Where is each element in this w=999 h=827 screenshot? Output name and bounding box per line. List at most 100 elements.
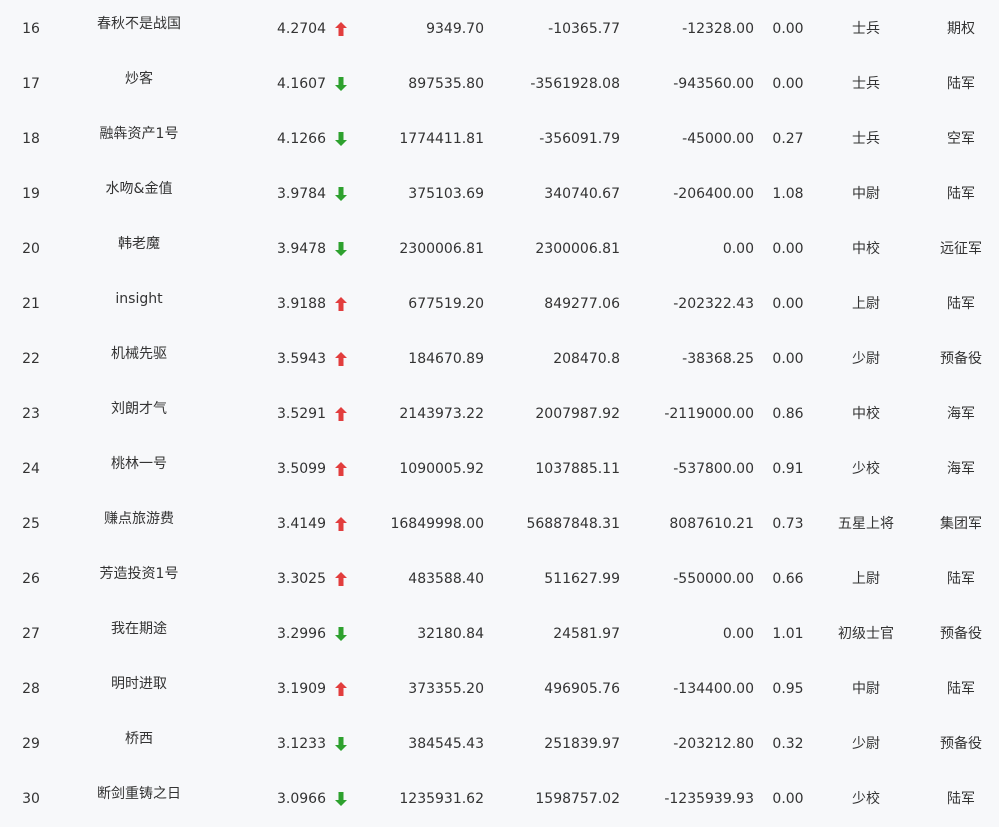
account-name-cell: insight: [115, 291, 163, 307]
group-cell: 集团军: [940, 516, 982, 532]
table-row[interactable]: 21 insight 3.9188 677519.20 849277.06 -2…: [0, 277, 999, 332]
value2-cell: 1598757.02: [535, 791, 620, 807]
arrow-down-icon: [335, 187, 347, 201]
value3-cell: -537800.00: [673, 461, 754, 477]
value4-cell: 0.66: [772, 571, 804, 587]
table-row[interactable]: 27 我在期途 3.2996 32180.84 24581.97 0.00 1.…: [0, 607, 999, 662]
value3-cell: -206400.00: [673, 186, 754, 202]
group-cell: 预备役: [940, 626, 982, 642]
value2-cell: 2007987.92: [535, 406, 620, 422]
score-cell: 3.9784: [277, 186, 326, 202]
account-name-cell: 融犇资产1号: [99, 126, 179, 142]
group-cell: 陆军: [947, 681, 975, 697]
table-row[interactable]: 29 桥西 3.1233 384545.43 251839.97 -203212…: [0, 717, 999, 772]
value1-cell: 1774411.81: [399, 131, 484, 147]
arrow-down-icon: [335, 792, 347, 806]
value1-cell: 384545.43: [408, 736, 484, 752]
table-row[interactable]: 18 融犇资产1号 4.1266 1774411.81 -356091.79 -…: [0, 112, 999, 167]
group-cell: 陆军: [947, 76, 975, 92]
group-cell: 陆军: [947, 186, 975, 202]
account-name-cell: 水吻&金值: [105, 181, 173, 197]
account-name-cell: 韩老魔: [118, 236, 160, 252]
rank-cell: 25: [22, 516, 40, 532]
table-row[interactable]: 16 春秋不是战国 4.2704 9349.70 -10365.77 -1232…: [0, 2, 999, 57]
level-cell: 少尉: [852, 351, 880, 367]
table-row[interactable]: 19 水吻&金值 3.9784 375103.69 340740.67 -206…: [0, 167, 999, 222]
value1-cell: 2143973.22: [399, 406, 484, 422]
account-name-cell: 断剑重铸之日: [97, 786, 181, 802]
table-row[interactable]: 17 炒客 4.1607 897535.80 -3561928.08 -9435…: [0, 57, 999, 112]
trend-cell: [332, 222, 350, 277]
value3-cell: 0.00: [722, 241, 754, 257]
trend-cell: [332, 112, 350, 167]
account-name-cell: 炒客: [125, 71, 153, 87]
value4-cell: 0.00: [772, 351, 804, 367]
group-cell: 陆军: [947, 791, 975, 807]
table-row[interactable]: 30 断剑重铸之日 3.0966 1235931.62 1598757.02 -…: [0, 772, 999, 827]
value2-cell: -10365.77: [548, 21, 620, 37]
score-cell: 4.1607: [277, 76, 326, 92]
value4-cell: 0.00: [772, 21, 804, 37]
trend-cell: [332, 497, 350, 552]
value4-cell: 0.86: [772, 406, 804, 422]
rank-cell: 17: [22, 76, 40, 92]
value3-cell: -203212.80: [673, 736, 754, 752]
score-cell: 3.9188: [277, 296, 326, 312]
table-row[interactable]: 22 机械先驱 3.5943 184670.89 208470.8 -38368…: [0, 332, 999, 387]
value1-cell: 483588.40: [408, 571, 484, 587]
score-cell: 3.1909: [277, 681, 326, 697]
trend-cell: [332, 2, 350, 57]
rank-cell: 29: [22, 736, 40, 752]
level-cell: 士兵: [852, 131, 880, 147]
score-cell: 4.1266: [277, 131, 326, 147]
table-row[interactable]: 20 韩老魔 3.9478 2300006.81 2300006.81 0.00…: [0, 222, 999, 277]
group-cell: 预备役: [940, 736, 982, 752]
score-cell: 3.2996: [277, 626, 326, 642]
level-cell: 中尉: [852, 681, 880, 697]
trend-cell: [332, 552, 350, 607]
rank-cell: 28: [22, 681, 40, 697]
level-cell: 少尉: [852, 736, 880, 752]
level-cell: 少校: [852, 461, 880, 477]
rank-cell: 30: [22, 791, 40, 807]
value2-cell: 2300006.81: [535, 241, 620, 257]
value4-cell: 0.00: [772, 76, 804, 92]
trend-cell: [332, 662, 350, 717]
arrow-up-icon: [335, 22, 347, 36]
trend-cell: [332, 442, 350, 497]
account-name-cell: 桃林一号: [111, 456, 167, 472]
table-row[interactable]: 24 桃林一号 3.5099 1090005.92 1037885.11 -53…: [0, 442, 999, 497]
arrow-up-icon: [335, 682, 347, 696]
table-row[interactable]: 26 芳造投资1号 3.3025 483588.40 511627.99 -55…: [0, 552, 999, 607]
value3-cell: -943560.00: [673, 76, 754, 92]
account-name-cell: 桥西: [125, 731, 153, 747]
value4-cell: 0.00: [772, 296, 804, 312]
trend-cell: [332, 332, 350, 387]
account-name-cell: 赚点旅游费: [104, 511, 174, 527]
table-row[interactable]: 28 明时进取 3.1909 373355.20 496905.76 -1344…: [0, 662, 999, 717]
level-cell: 中尉: [852, 186, 880, 202]
value3-cell: -202322.43: [673, 296, 754, 312]
value2-cell: 849277.06: [544, 296, 620, 312]
level-cell: 上尉: [852, 296, 880, 312]
group-cell: 海军: [947, 406, 975, 422]
value1-cell: 32180.84: [417, 626, 484, 642]
value1-cell: 897535.80: [408, 76, 484, 92]
table-row[interactable]: 25 赚点旅游费 3.4149 16849998.00 56887848.31 …: [0, 497, 999, 552]
rank-cell: 22: [22, 351, 40, 367]
score-cell: 3.5943: [277, 351, 326, 367]
value2-cell: 56887848.31: [526, 516, 620, 532]
value1-cell: 1090005.92: [399, 461, 484, 477]
level-cell: 士兵: [852, 76, 880, 92]
rank-cell: 21: [22, 296, 40, 312]
value2-cell: 496905.76: [544, 681, 620, 697]
table-row[interactable]: 23 刘朗才气 3.5291 2143973.22 2007987.92 -21…: [0, 387, 999, 442]
arrow-up-icon: [335, 517, 347, 531]
arrow-up-icon: [335, 407, 347, 421]
account-name-cell: 刘朗才气: [111, 401, 167, 417]
value3-cell: 0.00: [722, 626, 754, 642]
rank-cell: 18: [22, 131, 40, 147]
arrow-up-icon: [335, 462, 347, 476]
account-name-cell: 我在期途: [111, 621, 167, 637]
level-cell: 少校: [852, 791, 880, 807]
